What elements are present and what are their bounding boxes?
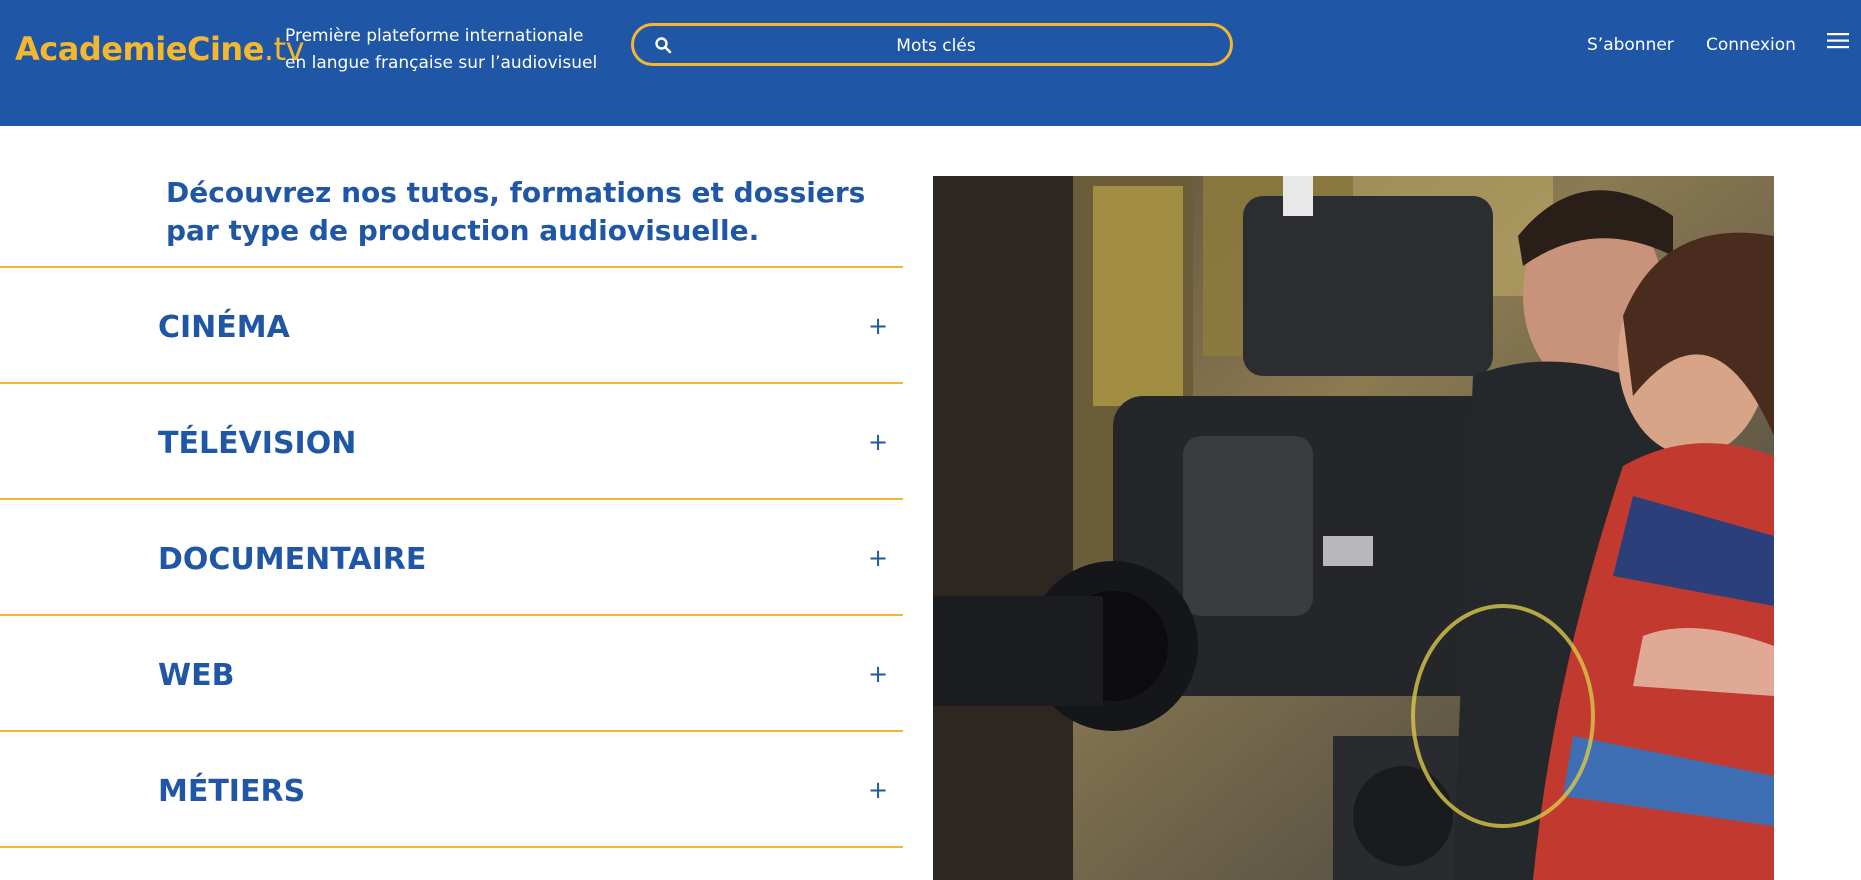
plus-icon[interactable]: +: [868, 312, 888, 340]
accordion-title: CINÉMA: [158, 310, 290, 345]
plus-icon[interactable]: +: [868, 428, 888, 456]
accordion-item-cinema[interactable]: CINÉMA +: [0, 266, 903, 382]
production-type-accordion: CINÉMA + TÉLÉVISION + DOCUMENTAIRE + WEB…: [0, 266, 903, 848]
site-logo[interactable]: AcademieCine.tv: [15, 30, 305, 68]
accordion-title: MÉTIERS: [158, 774, 306, 809]
camera-crew-illustration: [933, 176, 1774, 880]
accordion-title: WEB: [158, 658, 235, 693]
plus-icon[interactable]: +: [868, 660, 888, 688]
tagline-line-1: Première plateforme internationale: [285, 26, 584, 46]
page-heading: Découvrez nos tutos, formations et dossi…: [166, 176, 866, 247]
search-icon[interactable]: [654, 36, 672, 54]
accordion-title: TÉLÉVISION: [158, 426, 357, 461]
logo-main: AcademieCine: [15, 30, 264, 68]
search-bar[interactable]: [631, 23, 1233, 66]
accordion-item-television[interactable]: TÉLÉVISION +: [0, 382, 903, 498]
plus-icon[interactable]: +: [868, 776, 888, 804]
accordion-title: DOCUMENTAIRE: [158, 542, 427, 577]
search-input[interactable]: [684, 32, 1188, 60]
accordion-item-metiers[interactable]: MÉTIERS +: [0, 730, 903, 848]
accordion-item-web[interactable]: WEB +: [0, 614, 903, 730]
subscribe-link[interactable]: S’abonner: [1587, 35, 1674, 55]
accordion-item-documentaire[interactable]: DOCUMENTAIRE +: [0, 498, 903, 614]
top-header: AcademieCine.tv Première plateforme inte…: [0, 0, 1861, 126]
hero-photo-camera-crew: [933, 176, 1774, 880]
hamburger-menu-icon[interactable]: [1827, 32, 1849, 50]
site-tagline: Première plateforme internationale en la…: [285, 23, 597, 77]
tagline-line-2: en langue française sur l’audiovisuel: [285, 53, 598, 73]
plus-icon[interactable]: +: [868, 544, 888, 572]
login-link[interactable]: Connexion: [1706, 35, 1796, 55]
